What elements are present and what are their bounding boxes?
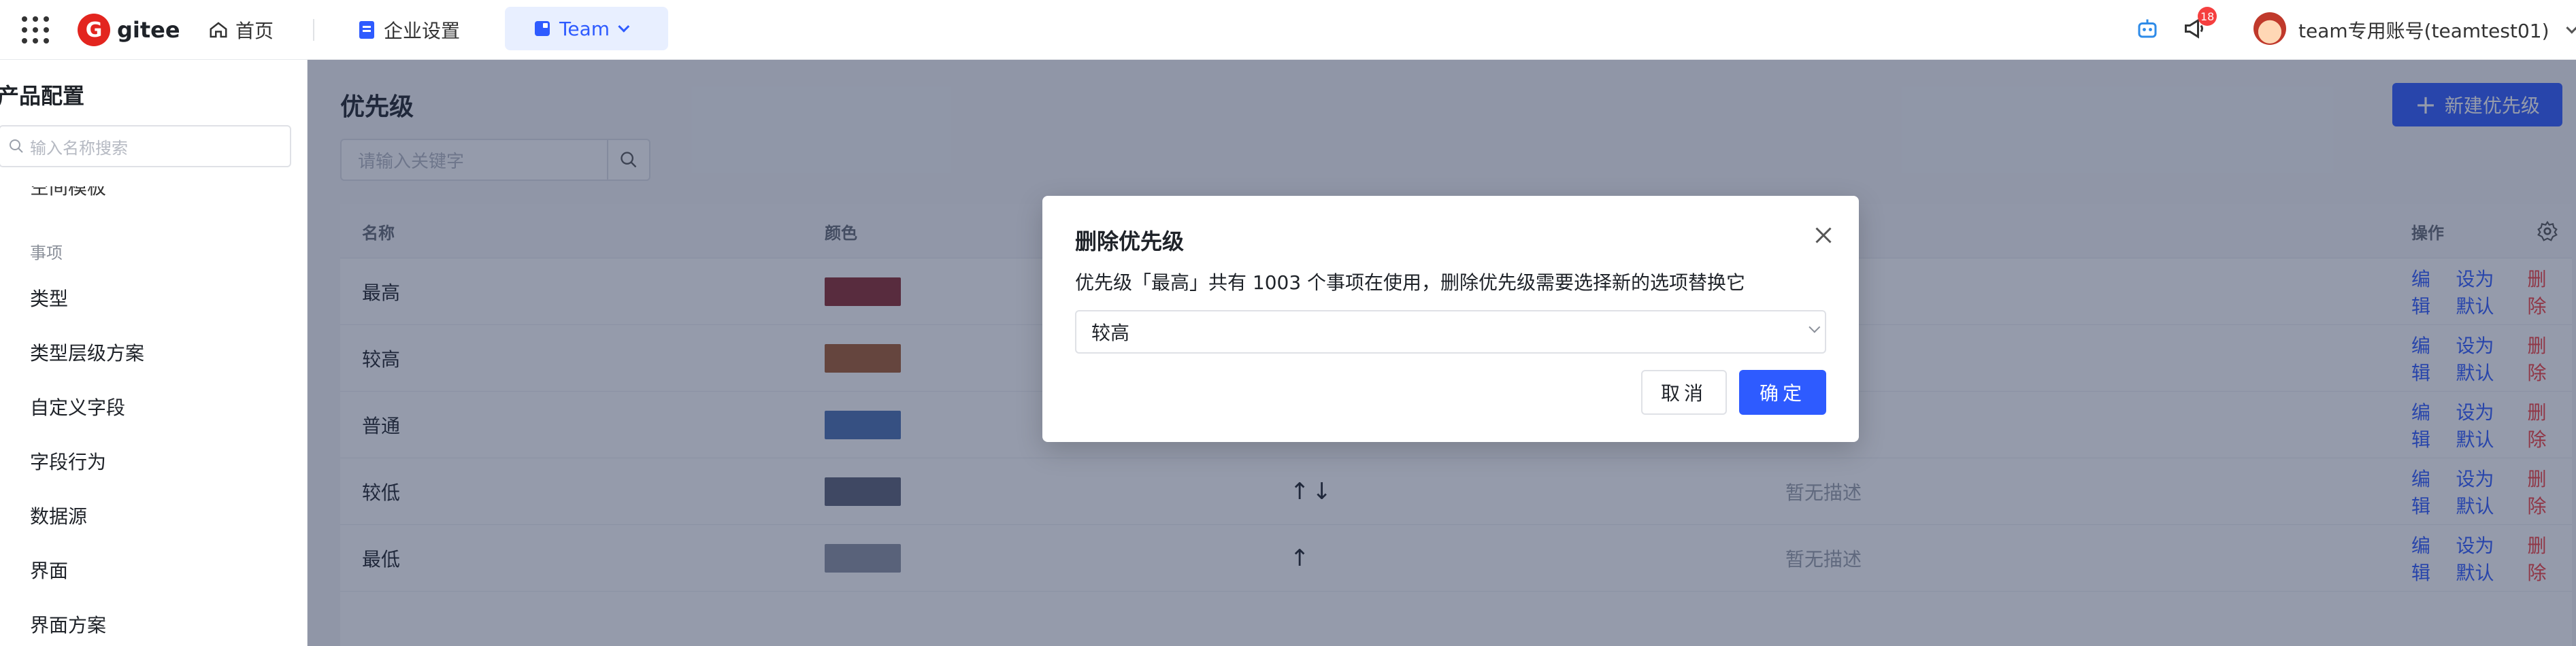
confirm-button[interactable]: 确定 <box>1739 370 1826 415</box>
nav-team-label: Team <box>559 17 610 40</box>
avatar[interactable] <box>2253 12 2286 45</box>
nav-divider <box>313 19 314 41</box>
robot-icon[interactable] <box>2135 16 2160 41</box>
sidebar-item-interface[interactable]: 界面 <box>30 556 68 583</box>
user-menu[interactable]: team专用账号(teamtest01) <box>2298 15 2576 45</box>
nav-enterprise-label: 企业设置 <box>384 20 461 42</box>
sidebar-search-input[interactable]: 输入名称搜索 <box>0 125 291 167</box>
dialog-description: 优先级「最高」共有 1003 个事项在使用，删除优先级需要选择新的选项替换它 <box>1075 271 1746 294</box>
nav-home-label: 首页 <box>235 20 274 42</box>
chevron-down-icon <box>618 20 630 33</box>
sidebar-item-field-behavior[interactable]: 字段行为 <box>30 447 106 475</box>
cancel-button[interactable]: 取消 <box>1641 370 1727 415</box>
user-name: team专用账号(teamtest01) <box>2298 20 2549 42</box>
sidebar-group-label: 事项 <box>30 243 63 262</box>
search-icon <box>10 139 23 153</box>
close-icon[interactable] <box>1811 223 1836 248</box>
home-icon <box>210 22 227 38</box>
dialog-title: 删除优先级 <box>1075 228 1185 254</box>
nav-home[interactable]: 首页 <box>208 15 274 45</box>
replacement-priority-select[interactable]: 较高 <box>1075 310 1826 354</box>
sidebar-item-interface-scheme[interactable]: 界面方案 <box>30 611 106 638</box>
sidebar-item-type[interactable]: 类型 <box>30 284 68 311</box>
sidebar-search-placeholder: 输入名称搜索 <box>30 138 128 158</box>
delete-priority-dialog: 删除优先级 优先级「最高」共有 1003 个事项在使用，删除优先级需要选择新的选… <box>1042 196 1859 442</box>
chevron-down-icon <box>2565 22 2576 34</box>
document-icon <box>359 21 374 39</box>
sidebar-item-type-hierarchy[interactable]: 类型层级方案 <box>30 339 144 366</box>
brand-name: gitee <box>117 17 180 43</box>
sidebar-item-cut[interactable]: 空间模板 <box>30 186 106 200</box>
gitee-logo[interactable]: G gitee <box>78 14 180 46</box>
notification-badge: 18 <box>2198 7 2217 26</box>
nav-team-dropdown[interactable]: Team <box>505 7 668 50</box>
chevron-down-icon <box>1809 321 1821 333</box>
select-value: 较高 <box>1091 322 1130 344</box>
sidebar-item-data-source[interactable]: 数据源 <box>30 502 87 529</box>
gitee-logo-icon: G <box>78 14 110 46</box>
apps-grid-icon[interactable] <box>22 16 49 44</box>
sidebar-title: 产品配置 <box>0 83 85 109</box>
top-bar: G gitee 首页 企业设置 Team 18 team专用账号(teamtes… <box>0 0 2576 60</box>
sidebar: 产品配置 输入名称搜索 空间模板 事项 类型 类型层级方案 自定义字段 字段行为… <box>0 60 308 646</box>
sidebar-item-custom-fields[interactable]: 自定义字段 <box>30 393 125 420</box>
nav-enterprise-settings[interactable]: 企业设置 <box>359 15 460 45</box>
team-icon <box>535 21 550 36</box>
